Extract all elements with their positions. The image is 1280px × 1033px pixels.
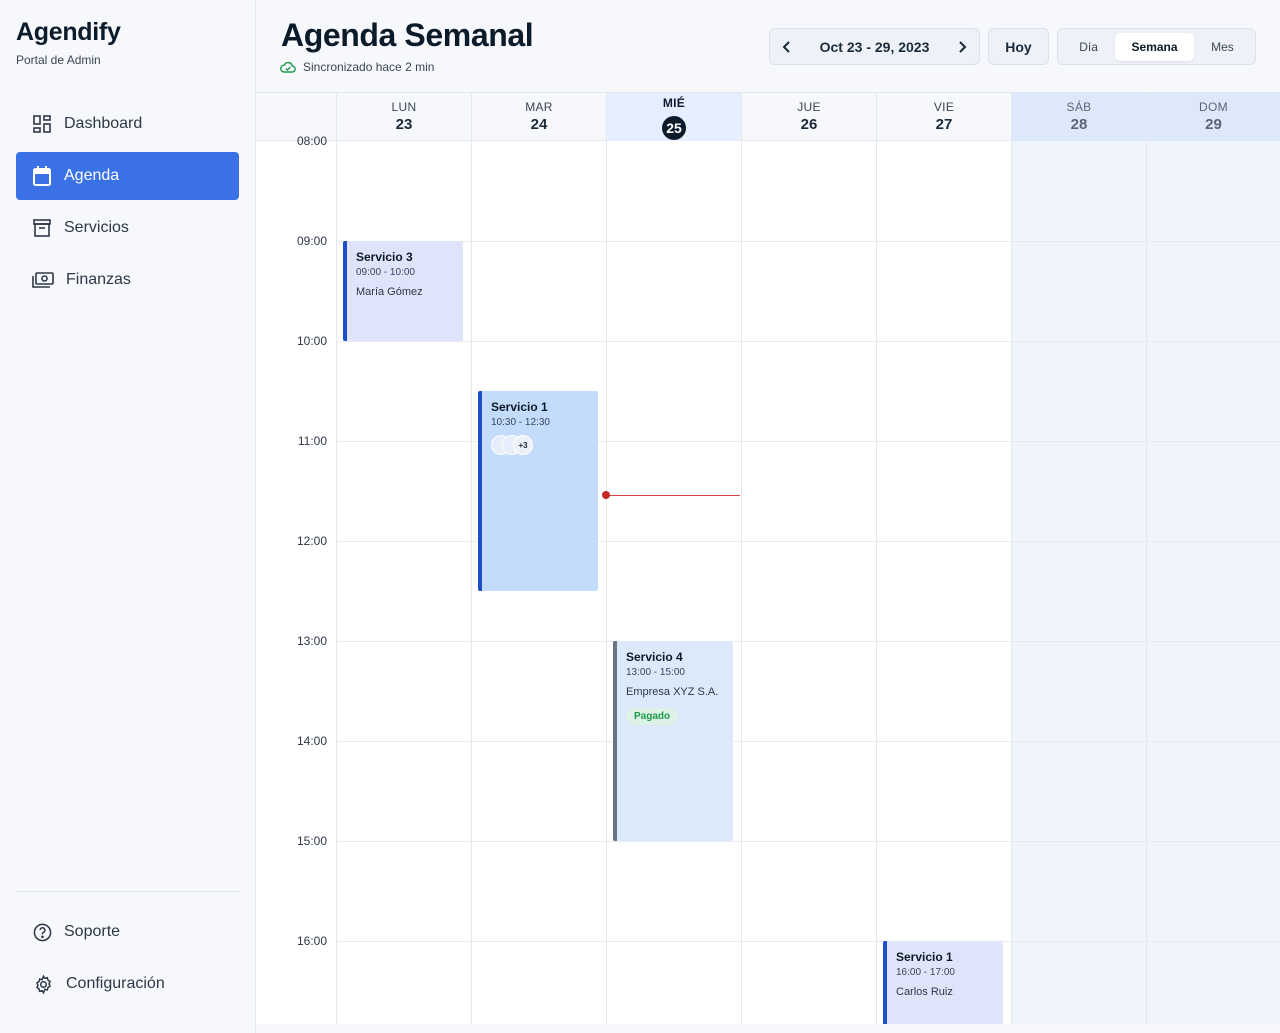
day-number: 23 [395, 116, 413, 133]
time-label: 15:00 [296, 834, 327, 848]
time-label: 08:00 [296, 134, 327, 148]
date-navigator: Oct 23 - 29, 2023 [769, 28, 980, 65]
sidebar-divider [16, 891, 239, 892]
cloud-check-icon [280, 60, 296, 74]
help-icon [32, 922, 52, 942]
event-time: 10:30 - 12:30 [491, 417, 550, 428]
dashboard-icon [32, 114, 52, 134]
chevron-right-icon[interactable] [953, 38, 971, 56]
day-name: JUE [797, 100, 821, 114]
hour-line [336, 841, 1280, 842]
today-marker: 25 [662, 116, 686, 140]
day-header-tue[interactable]: MAR 24 [471, 93, 606, 141]
view-option-week[interactable]: Semana [1115, 32, 1194, 61]
view-option-day[interactable]: Día [1062, 33, 1115, 61]
brand-logo: Agendify [16, 18, 121, 46]
sidebar-item-label: Soporte [64, 923, 121, 940]
sidebar-item-label: Configuración [66, 975, 165, 992]
day-column[interactable] [606, 141, 741, 1024]
sidebar-item-agenda[interactable]: Agenda [16, 152, 239, 200]
day-number: 25 [607, 116, 741, 140]
day-number: 29 [1205, 116, 1222, 133]
day-header-thu[interactable]: JUE 26 [741, 93, 876, 141]
gear-icon [32, 974, 54, 994]
time-label: 16:00 [296, 934, 327, 948]
event-client: María Gómez [356, 286, 423, 298]
view-switcher: Día Semana Mes [1057, 28, 1256, 65]
event-time: 13:00 - 15:00 [626, 667, 685, 678]
event-card[interactable]: Servicio 3 09:00 - 10:00 María Gómez [343, 241, 463, 341]
day-name: MIÉ [662, 96, 686, 110]
day-name: SÁB [1066, 100, 1092, 114]
day-header-sun[interactable]: DOM 29 [1146, 93, 1280, 141]
event-title: Servicio 3 [356, 250, 413, 264]
current-time-dot [602, 491, 610, 499]
page-title: Agenda Semanal [281, 17, 534, 53]
status-badge: Pagado [626, 708, 679, 725]
event-title: Servicio 1 [491, 400, 548, 414]
hour-line [336, 941, 1280, 942]
current-time-line [606, 495, 740, 496]
day-name: VIE [933, 100, 955, 114]
sidebar: Agendify Portal de Admin Dashboard Agend… [0, 0, 256, 1033]
date-range: Oct 23 - 29, 2023 [819, 38, 930, 55]
day-number: 26 [800, 116, 818, 133]
day-header-sat[interactable]: SÁB 28 [1011, 93, 1146, 141]
event-time: 09:00 - 10:00 [356, 267, 415, 278]
archive-icon [32, 218, 52, 238]
sync-text: Sincronizado hace 2 min [303, 60, 435, 74]
hour-line [336, 641, 1280, 642]
sidebar-item-label: Dashboard [64, 115, 143, 132]
day-number: 28 [1070, 116, 1088, 133]
week-calendar: LUN 23 MAR 24 MIÉ 25 JUE 26 VIE 27 SÁB 2… [256, 92, 1280, 1024]
sidebar-item-configuracion[interactable]: Configuración [16, 960, 239, 1008]
event-card[interactable]: Servicio 1 10:30 - 12:30 +3 [478, 391, 598, 591]
calendar-icon [32, 166, 52, 186]
event-card[interactable]: Servicio 4 13:00 - 15:00 Empresa XYZ S.A… [613, 641, 733, 841]
time-label: 10:00 [296, 334, 327, 348]
sidebar-item-servicios[interactable]: Servicios [16, 204, 239, 252]
cash-icon [32, 270, 54, 290]
sidebar-item-label: Servicios [64, 219, 129, 236]
brand-subtitle: Portal de Admin [16, 53, 101, 67]
hour-line [336, 741, 1280, 742]
day-name: DOM [1199, 100, 1228, 114]
day-column[interactable] [1011, 141, 1146, 1024]
day-number: 27 [935, 116, 953, 133]
day-name: MAR [525, 100, 553, 114]
day-header-fri[interactable]: VIE 27 [876, 93, 1011, 141]
more-attendees-badge: +3 [513, 435, 533, 455]
sidebar-item-dashboard[interactable]: Dashboard [16, 100, 239, 148]
view-option-month[interactable]: Mes [1194, 33, 1251, 61]
time-label: 11:00 [297, 434, 327, 448]
event-client: Carlos Ruiz [896, 986, 953, 998]
chevron-left-icon[interactable] [778, 38, 796, 56]
hour-line [336, 241, 1280, 242]
sidebar-item-label: Finanzas [66, 271, 131, 288]
sidebar-item-label: Agenda [64, 167, 120, 184]
day-name: LUN [391, 100, 417, 114]
time-label: 09:00 [296, 234, 327, 248]
calendar-header: LUN 23 MAR 24 MIÉ 25 JUE 26 VIE 27 SÁB 2… [256, 93, 1280, 141]
event-time: 16:00 - 17:00 [896, 967, 955, 978]
day-number: 24 [530, 116, 548, 133]
sidebar-item-finanzas[interactable]: Finanzas [16, 256, 239, 304]
attendee-avatars: +3 [491, 435, 589, 455]
day-header-wed[interactable]: MIÉ 25 [606, 93, 741, 141]
day-column[interactable] [1146, 141, 1280, 1024]
day-column[interactable] [876, 141, 1011, 1024]
day-column[interactable] [741, 141, 876, 1024]
time-label: 14:00 [296, 734, 327, 748]
today-button[interactable]: Hoy [988, 28, 1049, 65]
hour-line [336, 341, 1280, 342]
time-label: 12:00 [296, 534, 327, 548]
sidebar-item-soporte[interactable]: Soporte [16, 908, 239, 956]
event-title: Servicio 1 [896, 950, 953, 964]
event-card[interactable]: Servicio 1 16:00 - 17:00 Carlos Ruiz [883, 941, 1003, 1024]
event-title: Servicio 4 [626, 650, 683, 664]
time-label: 13:00 [296, 634, 327, 648]
day-header-mon[interactable]: LUN 23 [336, 93, 471, 141]
sync-status: Sincronizado hace 2 min [280, 60, 434, 74]
event-client: Empresa XYZ S.A. [626, 686, 719, 698]
